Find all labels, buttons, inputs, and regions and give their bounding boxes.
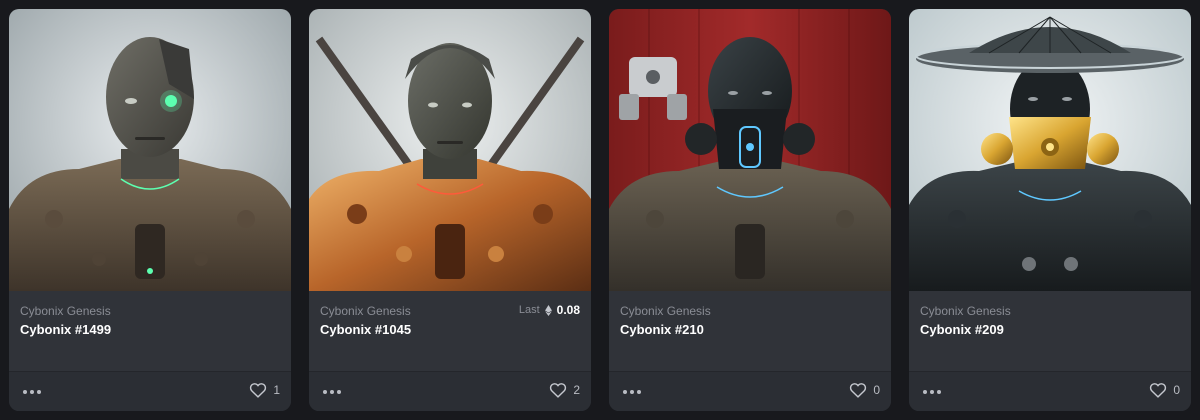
heart-icon <box>850 383 867 398</box>
nft-card[interactable]: Cybonix Genesis Cybonix #1045 Last 0.08 <box>309 9 591 411</box>
nft-info: Cybonix Genesis Cybonix #1045 Last 0.08 <box>309 291 591 371</box>
like-button[interactable]: 0 <box>849 382 880 398</box>
more-options-icon <box>23 390 27 394</box>
more-options-button[interactable] <box>23 385 45 399</box>
more-options-button[interactable] <box>623 385 645 399</box>
nft-info: Cybonix Genesis Cybonix #209 <box>909 291 1191 371</box>
like-button[interactable]: 0 <box>1149 382 1180 398</box>
card-footer: 0 <box>909 371 1191 411</box>
nft-grid: Cybonix Genesis Cybonix #1499 1 Cybonix … <box>0 0 1200 420</box>
nft-card[interactable]: Cybonix Genesis Cybonix #209 0 <box>909 9 1191 411</box>
more-options-button[interactable] <box>323 385 345 399</box>
nft-image[interactable] <box>909 9 1191 291</box>
heart-icon <box>550 383 567 398</box>
collection-name[interactable]: Cybonix Genesis <box>920 304 1180 318</box>
nft-image[interactable] <box>309 9 591 291</box>
nft-info: Cybonix Genesis Cybonix #1499 <box>9 291 291 371</box>
more-options-icon <box>323 390 327 394</box>
nft-title[interactable]: Cybonix #1045 <box>320 322 580 337</box>
like-count: 0 <box>873 383 880 397</box>
nft-title[interactable]: Cybonix #1499 <box>20 322 280 337</box>
more-options-icon <box>923 390 927 394</box>
like-count: 0 <box>1173 383 1180 397</box>
last-sale-price: 0.08 <box>556 303 580 317</box>
like-button[interactable]: 2 <box>549 382 580 398</box>
more-options-button[interactable] <box>923 385 945 399</box>
like-count: 1 <box>273 383 280 397</box>
nft-title[interactable]: Cybonix #210 <box>620 322 880 337</box>
like-count: 2 <box>573 383 580 397</box>
nft-image[interactable] <box>9 9 291 291</box>
card-footer: 2 <box>309 371 591 411</box>
nft-title[interactable]: Cybonix #209 <box>920 322 1180 337</box>
heart-icon <box>1150 383 1167 398</box>
last-sale: Last 0.08 <box>519 303 580 317</box>
last-sale-label: Last <box>518 304 540 316</box>
like-button[interactable]: 1 <box>249 382 280 398</box>
card-footer: 1 <box>9 371 291 411</box>
collection-name[interactable]: Cybonix Genesis <box>20 304 280 318</box>
nft-info: Cybonix Genesis Cybonix #210 <box>609 291 891 371</box>
nft-card[interactable]: Cybonix Genesis Cybonix #210 0 <box>609 9 891 411</box>
card-footer: 0 <box>609 371 891 411</box>
heart-icon <box>250 383 267 398</box>
more-options-icon <box>623 390 627 394</box>
collection-name[interactable]: Cybonix Genesis <box>620 304 880 318</box>
ethereum-icon <box>544 304 552 316</box>
nft-card[interactable]: Cybonix Genesis Cybonix #1499 1 <box>9 9 291 411</box>
nft-image[interactable] <box>609 9 891 291</box>
